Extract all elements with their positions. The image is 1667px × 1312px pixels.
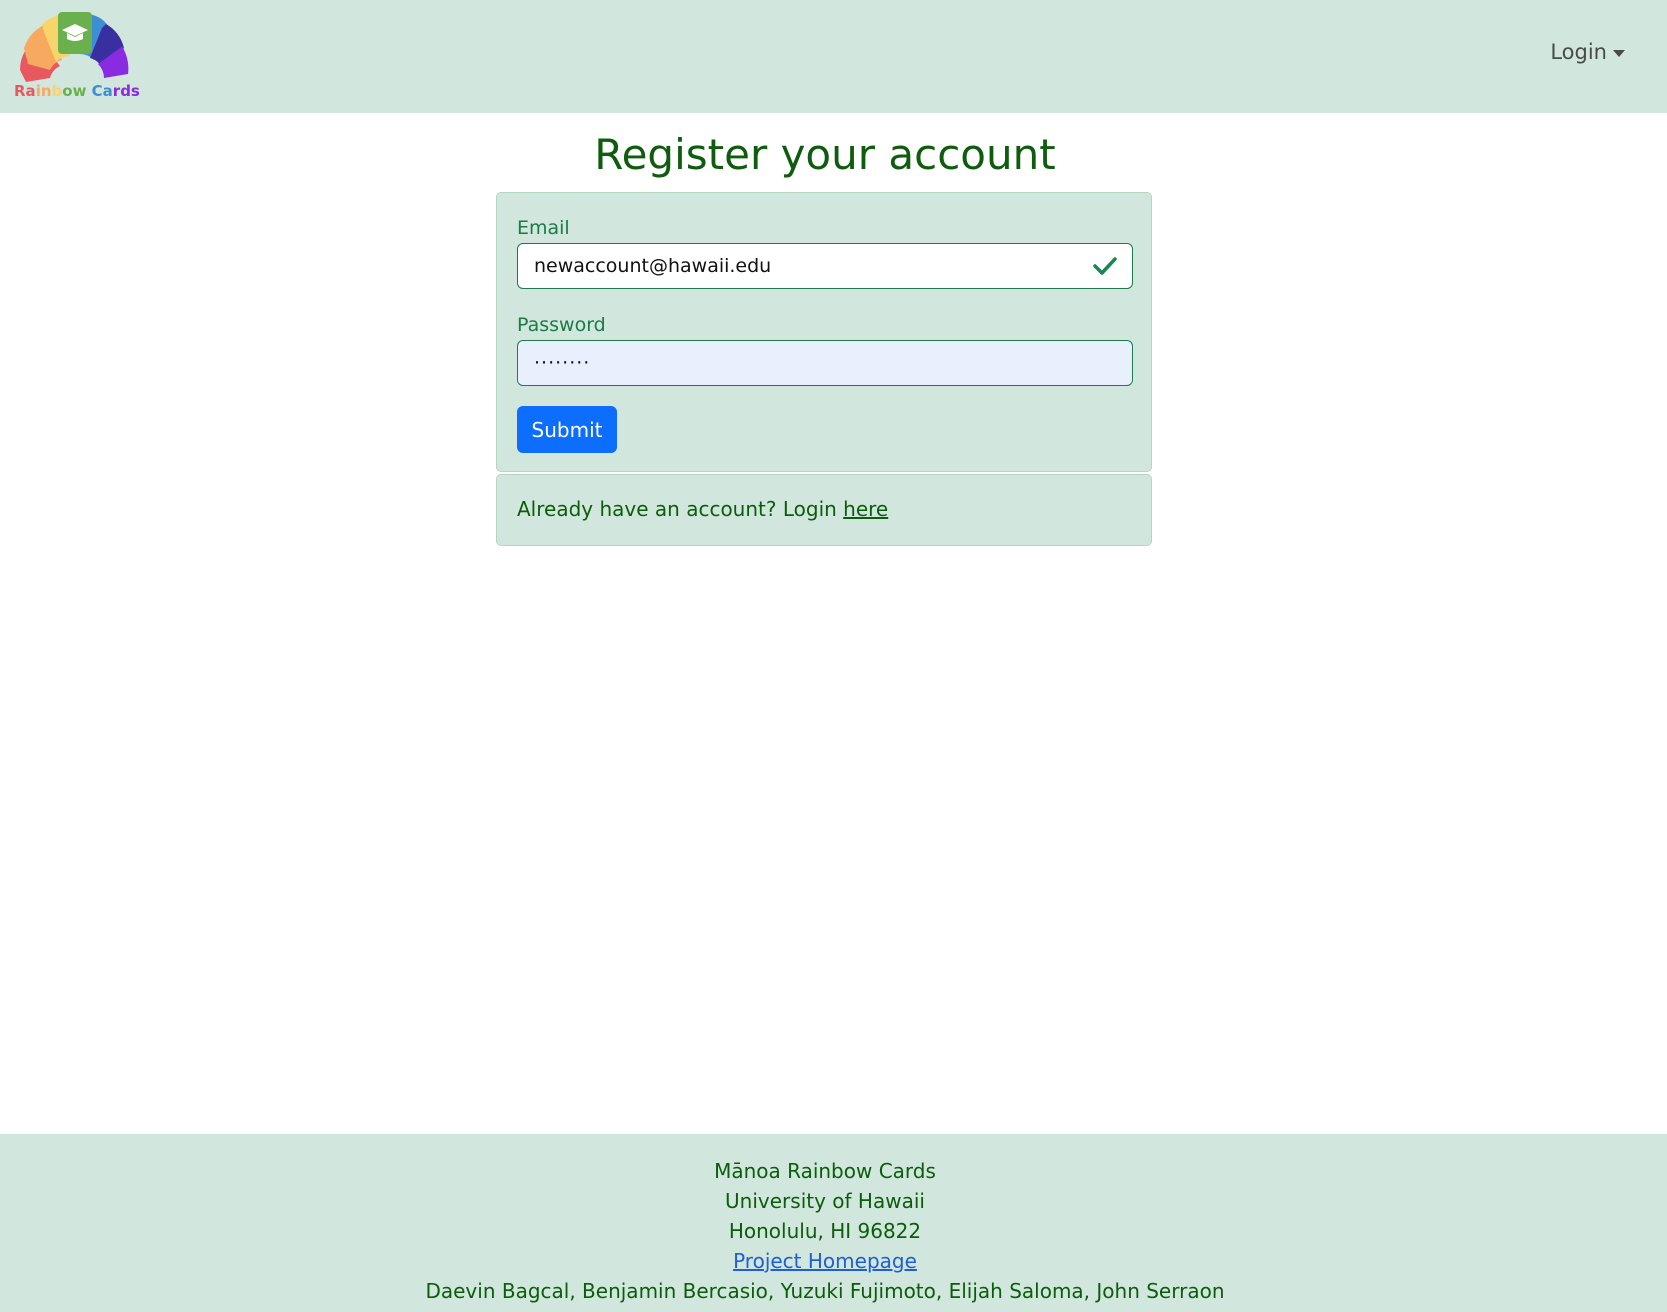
project-homepage-link[interactable]: Project Homepage: [733, 1249, 917, 1273]
check-icon: [1093, 257, 1117, 275]
navbar: Rainbow Cards Login: [0, 0, 1667, 113]
register-form-card: Email Password Submit: [496, 192, 1152, 472]
logo-text-part: Ca: [86, 82, 112, 100]
login-prompt-text: Already have an account? Login: [517, 497, 844, 521]
login-dropdown-label: Login: [1550, 40, 1607, 64]
footer-address: Honolulu, HI 96822: [728, 1219, 922, 1243]
logo-text-part: b: [52, 82, 63, 100]
logo-text-part: Ra: [14, 82, 36, 100]
login-here-link[interactable]: here: [843, 497, 888, 521]
caret-down-icon: [1613, 49, 1625, 57]
password-label: Password: [517, 314, 606, 336]
footer-content: Mānoa Rainbow Cards University of Hawaii…: [0, 1156, 1650, 1306]
login-dropdown[interactable]: Login: [1550, 40, 1625, 64]
login-prompt: Already have an account? Login here: [517, 497, 888, 521]
rainbow-cards-logo[interactable]: Rainbow Cards: [10, 8, 140, 100]
page-title: Register your account: [594, 130, 1056, 179]
logo-text-part: in: [36, 82, 52, 100]
logo-cards: [20, 12, 129, 82]
footer-university: University of Hawaii: [725, 1189, 925, 1213]
footer-org-name: Mānoa Rainbow Cards: [714, 1159, 936, 1183]
footer: Mānoa Rainbow Cards University of Hawaii…: [0, 1134, 1667, 1312]
footer-authors: Daevin Bagcal, Benjamin Bercasio, Yuzuki…: [425, 1279, 1225, 1303]
svg-text:Rainbow Cards: Rainbow Cards: [14, 82, 140, 100]
email-label: Email: [517, 217, 570, 239]
login-prompt-card: Already have an account? Login here: [496, 474, 1152, 546]
submit-button[interactable]: Submit: [517, 406, 617, 453]
logo-text-part: rds: [113, 82, 140, 100]
email-input[interactable]: [517, 243, 1133, 289]
password-input[interactable]: [517, 340, 1133, 386]
logo-text-part: ow: [62, 82, 86, 100]
